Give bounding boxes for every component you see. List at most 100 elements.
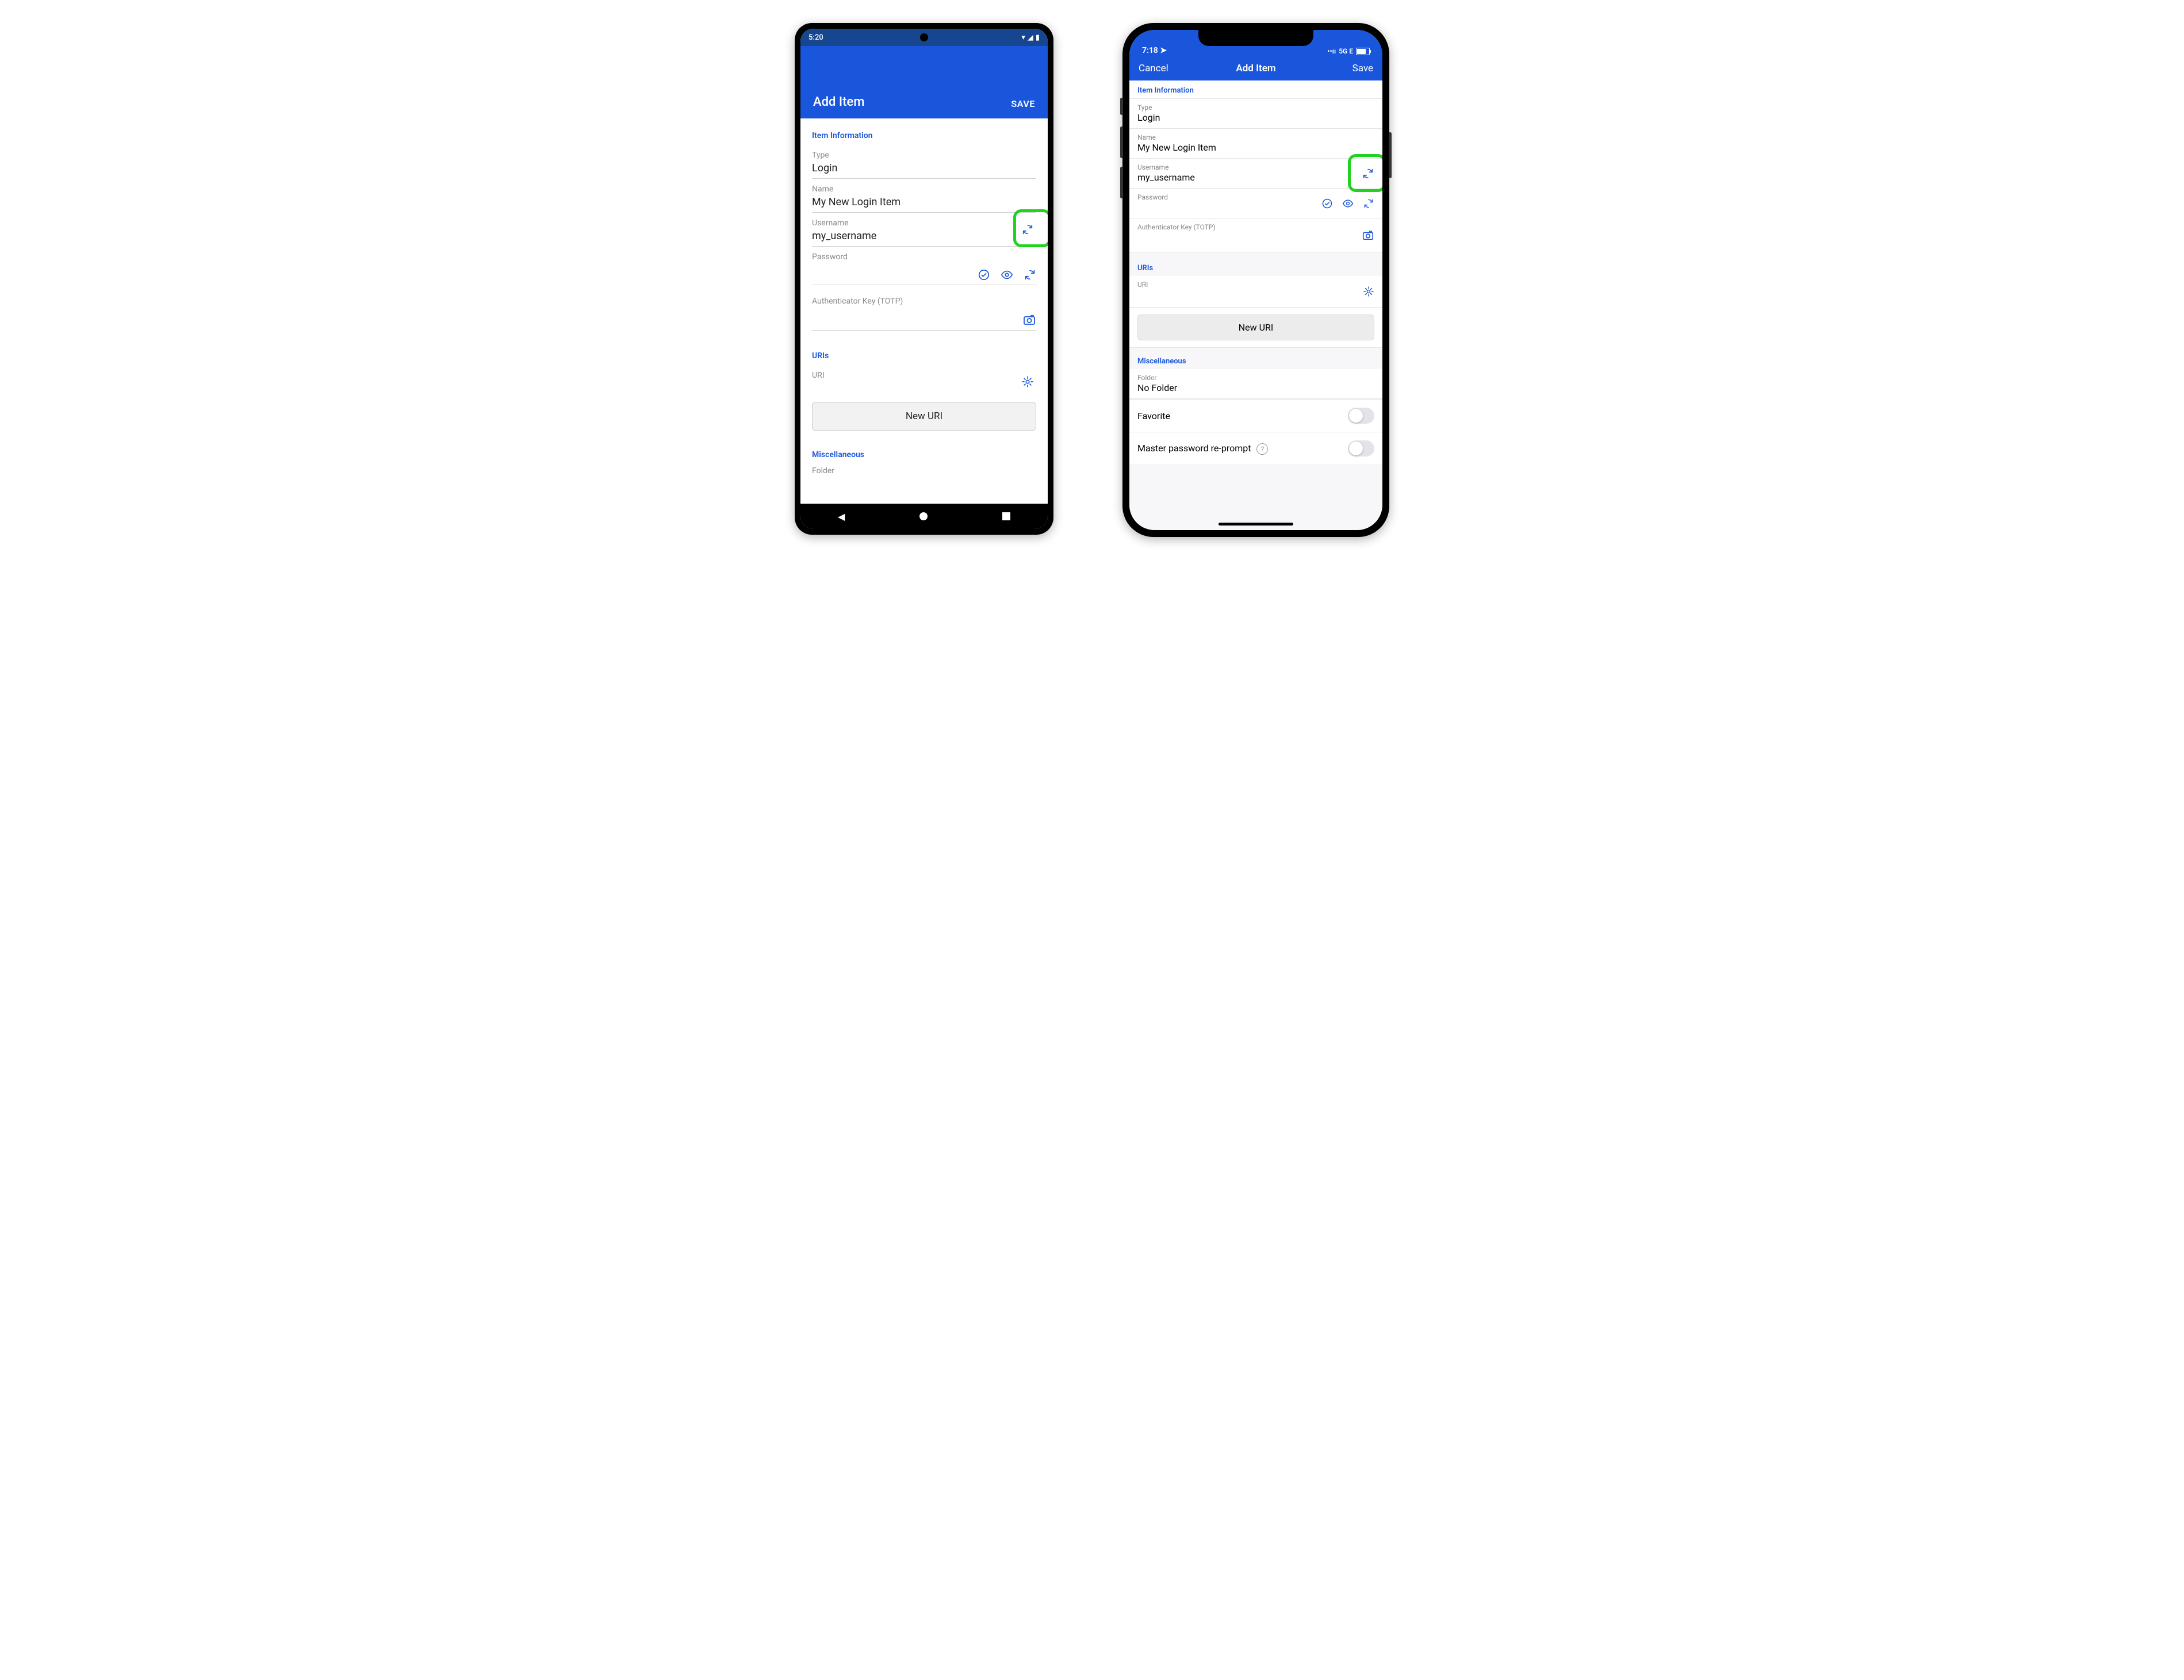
name-label: Name [1137, 133, 1374, 141]
uri-field[interactable]: URI [1129, 276, 1382, 308]
status-right-icons: ▾ ◢ ▮ [1021, 33, 1040, 42]
ios-nav-bar: Cancel Add Item Save [1129, 56, 1382, 80]
uris-group: URI New URI [1129, 276, 1382, 348]
android-screen: 5:20 ▾ ◢ ▮ Add Item SAVE Item Informatio… [800, 29, 1048, 529]
uri-field[interactable]: URI [812, 365, 1036, 386]
ios-device-frame: 7:18 ➤ ••ıı 5G E Cancel Add Item Save It… [1122, 23, 1389, 537]
type-field[interactable]: Type Login [1129, 99, 1382, 129]
section-miscellaneous: Miscellaneous [1129, 348, 1382, 369]
username-value: my_username [812, 230, 1036, 243]
type-value: Login [812, 162, 1036, 175]
name-value: My New Login Item [812, 196, 1036, 209]
totp-field[interactable]: Authenticator Key (TOTP) [1129, 218, 1382, 252]
recent-button[interactable] [1002, 512, 1010, 520]
mute-switch [1120, 98, 1123, 115]
battery-icon [1356, 48, 1370, 55]
totp-label: Authenticator Key (TOTP) [1137, 223, 1374, 231]
ios-screen: 7:18 ➤ ••ıı 5G E Cancel Add Item Save It… [1129, 30, 1382, 530]
type-label: Type [1137, 103, 1374, 112]
status-time-group: 7:18 ➤ [1142, 46, 1167, 55]
uri-settings-icon[interactable] [1021, 375, 1034, 388]
signal-icon: ◢ [1028, 33, 1033, 42]
folder-field[interactable]: Folder No Folder [1129, 369, 1382, 399]
generate-password-icon[interactable] [1024, 269, 1036, 281]
section-miscellaneous: Miscellaneous [812, 446, 1036, 464]
password-field[interactable]: Password [1129, 189, 1382, 218]
totp-field-wrapper: Authenticator Key (TOTP) [812, 291, 1036, 334]
android-nav-bar: ◀ [800, 504, 1048, 529]
username-field[interactable]: Username my_username [812, 213, 1036, 247]
battery-icon: ▮ [1036, 33, 1040, 42]
favorite-toggle[interactable] [1348, 408, 1374, 424]
name-field[interactable]: Name My New Login Item [1129, 129, 1382, 159]
generate-username-icon[interactable] [1362, 167, 1374, 180]
reprompt-label-wrapper: Master password re-prompt ? [1137, 443, 1268, 455]
type-value: Login [1137, 112, 1374, 124]
location-icon: ➤ [1160, 46, 1167, 55]
save-button[interactable]: Save [1352, 63, 1373, 74]
android-content: Item Information Type Login Name My New … [800, 118, 1048, 504]
username-value: my_username [1137, 172, 1374, 183]
volume-down-button [1120, 167, 1123, 198]
toggle-visibility-icon[interactable] [1342, 198, 1354, 209]
notch [1198, 30, 1313, 46]
uri-label: URI [1137, 281, 1374, 289]
section-item-information: Item Information [1129, 80, 1382, 98]
new-uri-button[interactable]: New URI [1137, 314, 1374, 340]
reprompt-toggle[interactable] [1348, 440, 1374, 457]
username-field[interactable]: Username my_username [1129, 159, 1382, 189]
name-label: Name [812, 185, 1036, 194]
reprompt-label: Master password re-prompt [1137, 443, 1251, 454]
favorite-row: Favorite [1129, 399, 1382, 432]
save-button[interactable]: SAVE [1011, 98, 1035, 109]
name-value: My New Login Item [1137, 142, 1374, 154]
check-password-icon[interactable] [978, 269, 990, 281]
username-label: Username [812, 218, 1036, 228]
scan-totp-icon[interactable] [1022, 313, 1036, 327]
reprompt-row: Master password re-prompt ? [1129, 432, 1382, 465]
section-uris: URIs [1129, 252, 1382, 276]
ios-content: Item Information Type Login Name My New … [1129, 80, 1382, 530]
totp-label: Authenticator Key (TOTP) [812, 297, 1036, 306]
cancel-button[interactable]: Cancel [1139, 63, 1168, 74]
help-icon[interactable]: ? [1256, 443, 1268, 455]
section-uris: URIs [812, 347, 1036, 365]
power-button [1389, 132, 1392, 178]
password-field-wrapper: Password [812, 247, 1036, 289]
camera-hole-icon [920, 33, 928, 41]
password-label: Password [812, 252, 1036, 262]
favorite-label: Favorite [1137, 411, 1170, 421]
status-time: 7:18 [1142, 46, 1158, 55]
check-password-icon[interactable] [1321, 198, 1333, 209]
folder-label: Folder [812, 466, 1036, 475]
folder-label: Folder [1137, 374, 1374, 382]
android-device-frame: 5:20 ▾ ◢ ▮ Add Item SAVE Item Informatio… [795, 23, 1053, 535]
type-label: Type [812, 151, 1036, 160]
signal-icon: ••ıı [1327, 47, 1336, 55]
home-button[interactable] [919, 512, 928, 520]
android-app-bar: Add Item SAVE [800, 46, 1048, 118]
scan-totp-icon[interactable] [1362, 229, 1374, 241]
section-item-information: Item Information [812, 126, 1036, 145]
volume-up-button [1120, 126, 1123, 158]
misc-group: Folder No Folder Favorite Master passwor… [1129, 369, 1382, 465]
wifi-icon: ▾ [1021, 33, 1025, 42]
android-status-bar: 5:20 ▾ ◢ ▮ [800, 29, 1048, 46]
name-field[interactable]: Name My New Login Item [812, 179, 1036, 213]
status-time: 5:20 [809, 33, 823, 42]
uri-label: URI [812, 371, 1036, 380]
network-label: 5G E [1339, 47, 1353, 55]
new-uri-button[interactable]: New URI [812, 402, 1036, 431]
generate-password-icon[interactable] [1363, 198, 1374, 209]
back-button[interactable]: ◀ [838, 511, 845, 522]
toggle-visibility-icon[interactable] [1001, 269, 1013, 281]
type-field[interactable]: Type Login [812, 145, 1036, 179]
username-label: Username [1137, 163, 1374, 171]
page-title: Add Item [813, 95, 864, 109]
status-right: ••ıı 5G E [1327, 47, 1370, 55]
home-indicator[interactable] [1219, 523, 1293, 526]
generate-username-icon[interactable] [1021, 223, 1034, 236]
folder-value: No Folder [1137, 382, 1374, 394]
uri-settings-icon[interactable] [1363, 286, 1374, 297]
item-info-group: Type Login Name My New Login Item Userna… [1129, 98, 1382, 252]
